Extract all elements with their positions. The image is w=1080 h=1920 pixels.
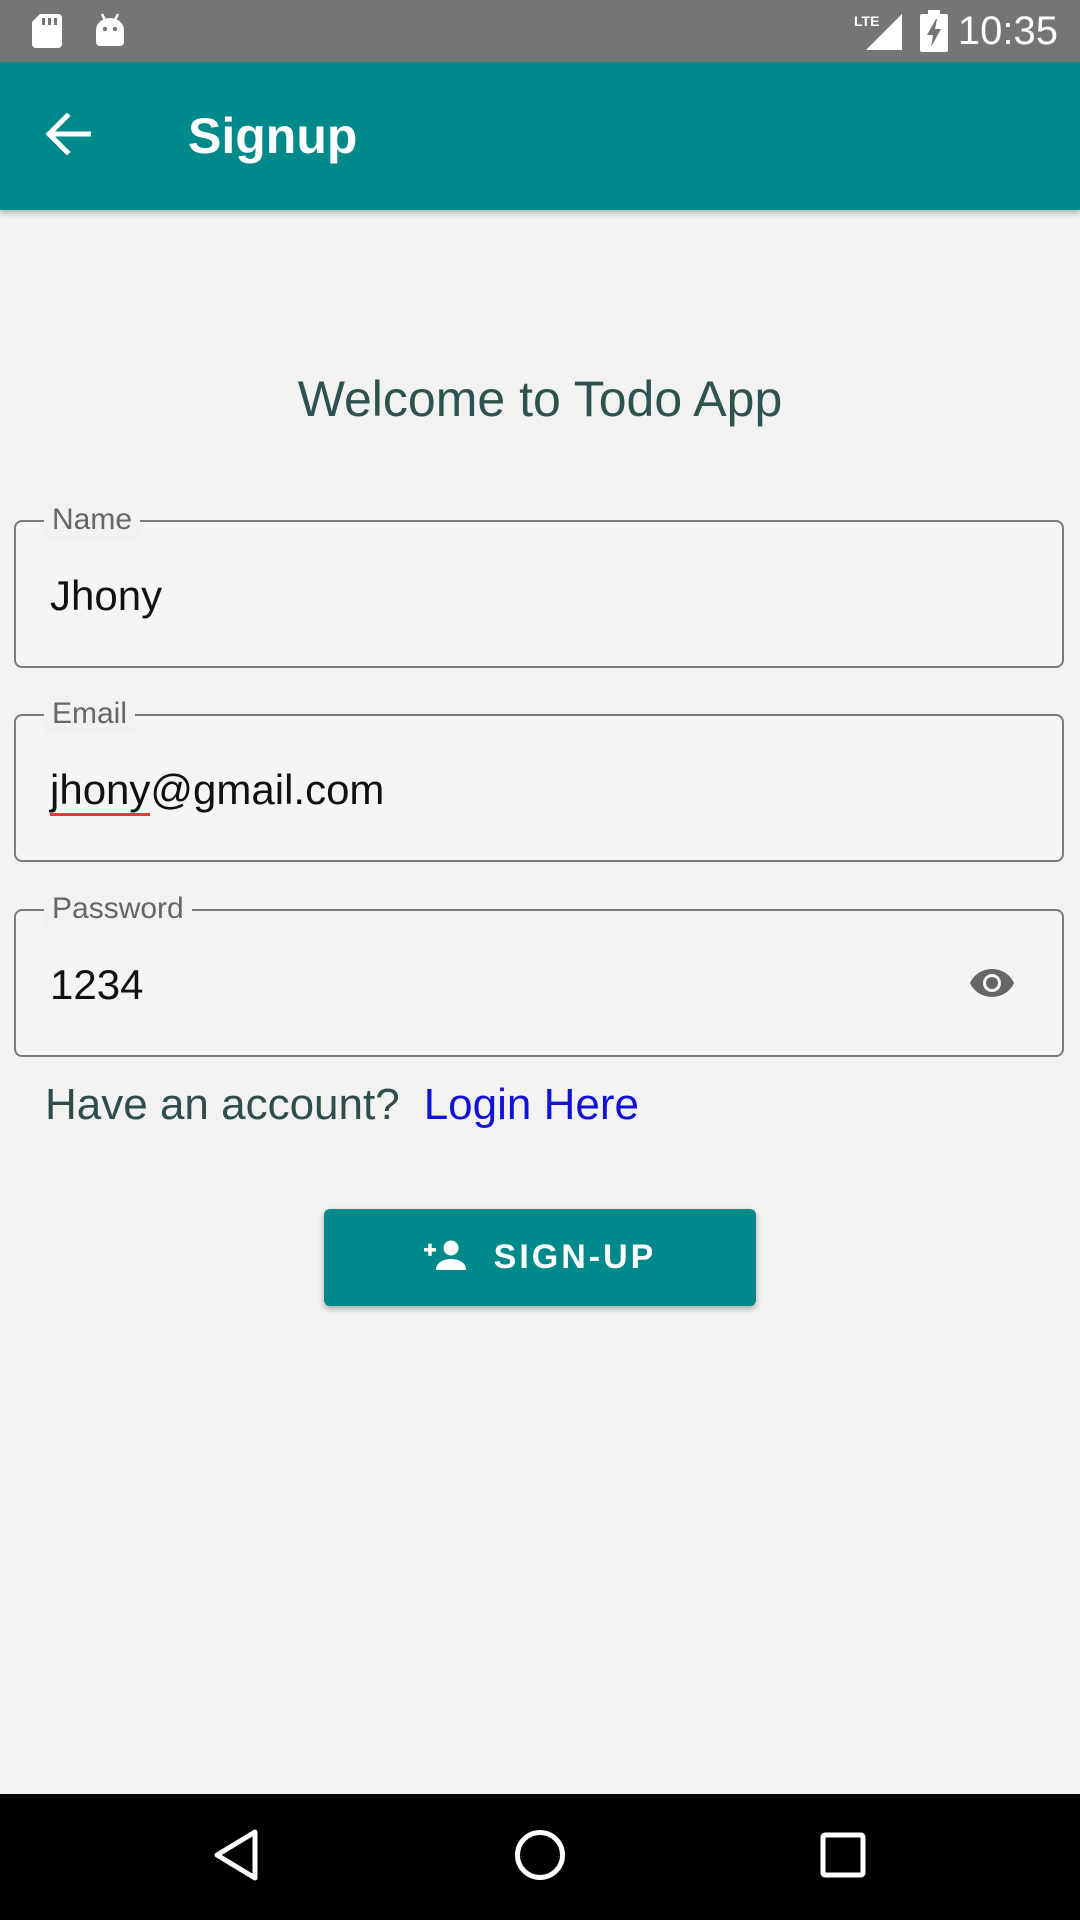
name-field-value[interactable]: Jhony [50,522,162,670]
back-button[interactable] [30,98,106,174]
lte-signal-icon: LTE [852,10,902,57]
arrow-left-icon [45,111,92,160]
status-bar: LTE 10:35 [0,0,1080,62]
email-field-value[interactable]: jhony@gmail.com [50,716,384,864]
recents-square-icon [820,1832,866,1883]
status-time: 10:35 [957,9,1058,53]
nav-back-button[interactable] [196,1817,276,1897]
svg-text:LTE: LTE [854,13,879,29]
eye-icon [970,968,1014,1003]
password-field[interactable]: Password 1234 [14,889,1064,1059]
android-icon [94,12,126,53]
password-visibility-toggle[interactable] [966,959,1018,1011]
home-circle-icon [514,1829,566,1886]
account-prompt-row: Have an account? Login Here [45,1075,639,1135]
login-here-link[interactable]: Login Here [424,1080,639,1130]
nav-home-button[interactable] [500,1817,580,1897]
app-bar: Signup [0,62,1080,210]
password-field-value[interactable]: 1234 [50,911,143,1059]
app-title: Signup [188,108,358,164]
welcome-heading: Welcome to Todo App [297,371,783,427]
person-add-icon [423,1240,466,1275]
battery-charging-icon [920,10,948,57]
name-field[interactable]: Name Jhony [14,500,1064,670]
nav-recents-button[interactable] [803,1817,883,1897]
sd-card-icon [32,14,62,53]
email-value-user-misspelled: jhony [50,766,151,816]
back-triangle-icon [213,1829,259,1886]
email-field[interactable]: Email jhony@gmail.com [14,694,1064,864]
signup-button[interactable]: SIGN-UP [324,1209,756,1306]
email-value-domain: @gmail.com [150,766,385,813]
account-prompt-text: Have an account? [45,1080,400,1129]
signup-button-label: SIGN-UP [493,1238,657,1276]
navigation-bar [0,1794,1080,1920]
